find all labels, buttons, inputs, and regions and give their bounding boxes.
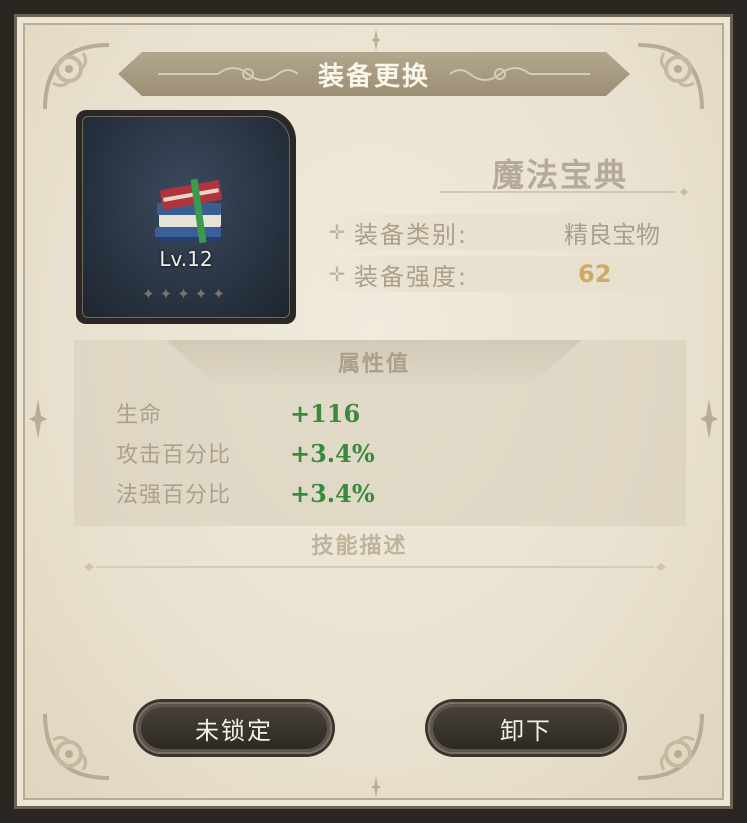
detail-label: 装备类别: [354, 220, 469, 249]
detail-label: 装备强度: [354, 262, 469, 291]
item-slot[interactable]: Lv.12 ✦✦✦✦✦ [76, 110, 296, 324]
item-stars: ✦✦✦✦✦ [142, 285, 230, 303]
corner-ornament-icon [39, 39, 119, 119]
item-slot-inner: Lv.12 ✦✦✦✦✦ [82, 116, 290, 318]
lock-button[interactable]: 未锁定 [136, 702, 332, 754]
stat-name: 攻击百分比 [116, 443, 232, 468]
unequip-button[interactable]: 卸下 [428, 702, 624, 754]
corner-ornament-icon [628, 704, 708, 784]
attributes-header: 属性值 [166, 340, 582, 384]
stat-name: 生命 [116, 403, 163, 428]
divider [84, 563, 666, 571]
strength-value: 62 [578, 260, 612, 288]
star-ornament-icon [366, 776, 386, 798]
detail-value: 精良宝物 [564, 220, 660, 249]
plus-icon: ✛ [328, 262, 346, 286]
corner-ornament-icon [628, 39, 708, 119]
magic-book-icon [145, 175, 235, 255]
star-ornament-icon [29, 399, 47, 439]
stat-value: +116 [290, 398, 361, 428]
plus-icon: ✛ [328, 220, 346, 244]
star-ornament-icon [700, 399, 718, 439]
corner-ornament-icon [39, 704, 119, 784]
attributes-title: 属性值 [337, 352, 410, 377]
stat-name: 法强百分比 [116, 483, 232, 508]
item-level: Lv.12 [159, 247, 213, 271]
divider [440, 188, 688, 196]
stat-row: 攻击百分比 +3.4% [116, 436, 516, 470]
stat-row: 法强百分比 +3.4% [116, 476, 516, 510]
detail-row-category: ✛ 装备类别: 精良宝物 [320, 214, 690, 250]
detail-row-strength: ✛ 装备强度: 62 [320, 256, 690, 292]
stat-row: 生命 +116 [116, 396, 516, 430]
skill-title: 技能描述 [311, 534, 408, 559]
stat-value: +3.4% [290, 478, 375, 508]
scroll-ornament-icon [158, 60, 308, 88]
title-banner: 装备更换 [118, 52, 630, 96]
scroll-ornament-icon [440, 60, 590, 88]
star-ornament-icon [366, 29, 386, 51]
stat-value: +3.4% [290, 438, 375, 468]
page-title: 装备更换 [317, 61, 430, 92]
